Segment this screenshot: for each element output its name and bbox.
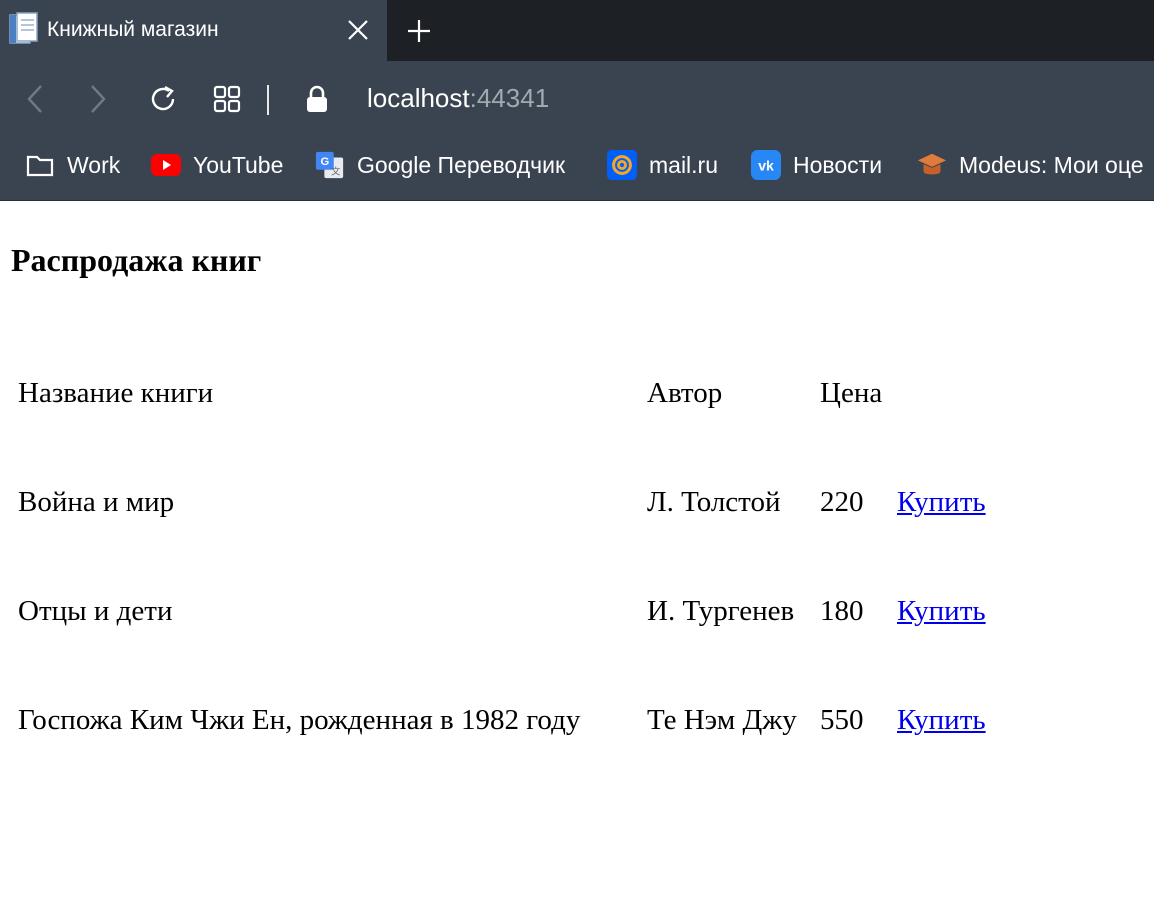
book-price: 550: [820, 704, 864, 736]
tab-title: Книжный магазин: [47, 18, 219, 41]
browser-chrome: Книжный магазин localhost:44341 Work You…: [0, 0, 1154, 201]
book-author: И. Тургенев: [647, 595, 795, 627]
vk-icon: vk: [751, 150, 781, 180]
bookmark-work[interactable]: Work: [25, 148, 120, 182]
speed-dial-grid-icon[interactable]: [207, 79, 247, 119]
book-author: Те Нэм Джу: [647, 704, 797, 736]
book-price: 220: [820, 486, 864, 518]
bookmark-label: Google Переводчик: [357, 151, 566, 178]
lock-icon[interactable]: [297, 79, 337, 119]
buy-link[interactable]: Купить: [897, 704, 986, 736]
toolbar-separator: [267, 85, 269, 115]
url-host: localhost: [367, 83, 470, 113]
svg-text:文: 文: [331, 165, 341, 177]
bookmark-label: Новости: [793, 151, 883, 178]
header-author: Автор: [647, 377, 723, 409]
address-bar[interactable]: localhost:44341: [367, 83, 549, 114]
svg-text:G: G: [320, 156, 329, 168]
book-title: Госпожа Ким Чжи Ен, рожденная в 1982 год…: [18, 704, 581, 736]
youtube-icon: [151, 150, 181, 180]
svg-text:vk: vk: [758, 158, 774, 174]
table-row: Война и мир Л. Толстой 220 Купить: [17, 449, 987, 556]
bookmark-vk-news[interactable]: vk Новости: [751, 148, 882, 182]
buy-link[interactable]: Купить: [897, 486, 986, 518]
folder-icon: [25, 150, 55, 180]
bookmarks-bar: Work YouTube G 文 Google Переводчик mail.…: [0, 137, 1154, 200]
page-content: Распродажа книг Название книги Автор Цен…: [0, 201, 1154, 914]
book-price: 180: [820, 595, 864, 627]
book-title: Война и мир: [18, 486, 175, 518]
book-author: Л. Толстой: [647, 486, 781, 518]
book-favicon-icon: [8, 11, 42, 47]
table-header-row: Название книги Автор Цена: [17, 340, 987, 447]
header-price: Цена: [820, 377, 883, 409]
forward-arrow-icon[interactable]: [78, 79, 118, 119]
google-translate-icon: G 文: [315, 150, 345, 180]
book-title: Отцы и дети: [18, 595, 173, 627]
close-tab-icon[interactable]: [340, 12, 376, 48]
bookmark-mailru[interactable]: mail.ru: [607, 148, 718, 182]
reload-icon[interactable]: [143, 79, 183, 119]
buy-link[interactable]: Купить: [897, 595, 986, 627]
bookmark-google-translate[interactable]: G 文 Google Переводчик: [315, 148, 565, 182]
bookmark-label: Work: [67, 151, 121, 178]
browser-toolbar: localhost:44341: [0, 61, 1154, 137]
new-tab-icon[interactable]: [400, 12, 438, 50]
page-title: Распродажа книг: [11, 242, 262, 278]
back-arrow-icon[interactable]: [15, 79, 55, 119]
bookmark-label: mail.ru: [649, 151, 719, 178]
bookmark-label: YouTube: [193, 151, 284, 178]
table-row: Госпожа Ким Чжи Ен, рожденная в 1982 год…: [17, 667, 987, 774]
buy-cell: Купить: [896, 558, 987, 665]
mailru-icon: [607, 150, 637, 180]
tab-strip: Книжный магазин: [0, 0, 1154, 61]
header-title: Название книги: [18, 377, 214, 409]
url-port: :44341: [469, 83, 550, 113]
bookmark-label: Modeus: Мои оце: [959, 151, 1144, 178]
bookmark-modeus[interactable]: Modeus: Мои оце: [917, 148, 1144, 182]
graduation-cap-icon: [917, 150, 947, 180]
buy-cell: Купить: [896, 449, 987, 556]
buy-cell: Купить: [896, 667, 987, 774]
bookmark-youtube[interactable]: YouTube: [151, 148, 283, 182]
table-row: Отцы и дети И. Тургенев 180 Купить: [17, 558, 987, 665]
header-empty: [896, 340, 987, 447]
books-table: Название книги Автор Цена Война и мир Л.…: [15, 338, 989, 776]
active-tab[interactable]: Книжный магазин: [0, 0, 387, 61]
